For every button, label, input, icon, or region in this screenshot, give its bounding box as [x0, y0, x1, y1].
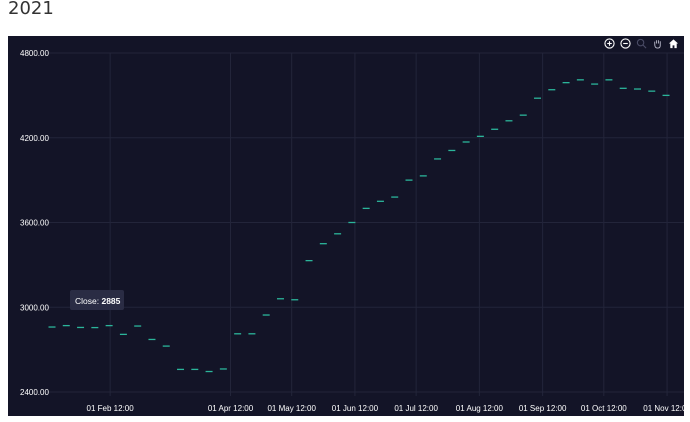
tooltip-text: Close: 2885 [75, 296, 121, 306]
x-axis-ticks: 01 Feb 12:00 01 Apr 12:00 01 May 12:00 01 J… [87, 404, 684, 413]
chart-plot: 4800.00 4200.00 3600.00 3000.00 2400.00 01 F… [20, 49, 684, 413]
x-tick-label: 01 Nov 12:00 [643, 404, 684, 413]
chart-toolbar [604, 38, 679, 49]
pan-hand-icon[interactable] [652, 38, 663, 49]
y-tick-label: 3600.00 [20, 219, 49, 228]
y-tick-label: 4200.00 [20, 134, 49, 143]
zoom-in-icon[interactable] [604, 38, 615, 49]
y-tick-label: 2400.00 [20, 388, 49, 397]
x-tick-label: 01 Apr 12:00 [208, 404, 254, 413]
chart-panel: 4800.00 4200.00 3600.00 3000.00 2400.00 01 F… [8, 36, 684, 416]
tooltip-label: Close: [75, 296, 99, 306]
x-tick-label: 01 Sep 12:00 [519, 404, 567, 413]
x-tick-label: 01 Aug 12:00 [456, 404, 504, 413]
page-title: 2021 [8, 0, 54, 19]
zoom-select-icon[interactable] [636, 38, 647, 49]
tooltip: Close: 2885 [70, 290, 124, 310]
tooltip-value: 2885 [101, 296, 120, 306]
y-axis-ticks: 4800.00 4200.00 3600.00 3000.00 2400.00 [20, 49, 49, 397]
y-tick-label: 4800.00 [20, 49, 49, 58]
x-tick-label: 01 Jul 12:00 [394, 404, 438, 413]
zoom-out-icon[interactable] [620, 38, 631, 49]
x-tick-label: 01 Oct 12:00 [581, 404, 627, 413]
x-tick-label: 01 Jun 12:00 [332, 404, 379, 413]
x-tick-label: 01 Feb 12:00 [87, 404, 135, 413]
home-reset-icon[interactable] [668, 38, 679, 49]
grid-lines [46, 52, 684, 396]
y-tick-label: 3000.00 [20, 303, 49, 312]
x-tick-label: 01 May 12:00 [267, 404, 316, 413]
close-series [48, 79, 670, 373]
